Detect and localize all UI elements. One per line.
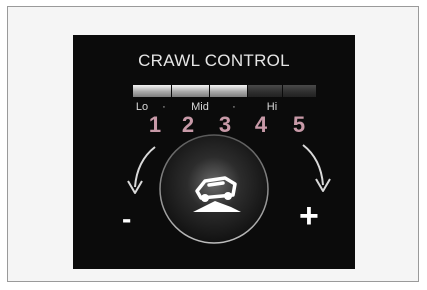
crawl-control-display: CRAWL CONTROL Lo · Mid · Hi 1 2 3 4 5 - … <box>73 35 355 269</box>
dial-knob <box>159 134 269 244</box>
decrease-symbol: - <box>122 203 132 234</box>
increase-symbol: + <box>299 197 319 235</box>
decrease-arrow-icon <box>127 146 156 194</box>
illustration-frame: CRAWL CONTROL Lo · Mid · Hi 1 2 3 4 5 - … <box>7 6 419 282</box>
increase-arrow-icon <box>302 144 331 192</box>
